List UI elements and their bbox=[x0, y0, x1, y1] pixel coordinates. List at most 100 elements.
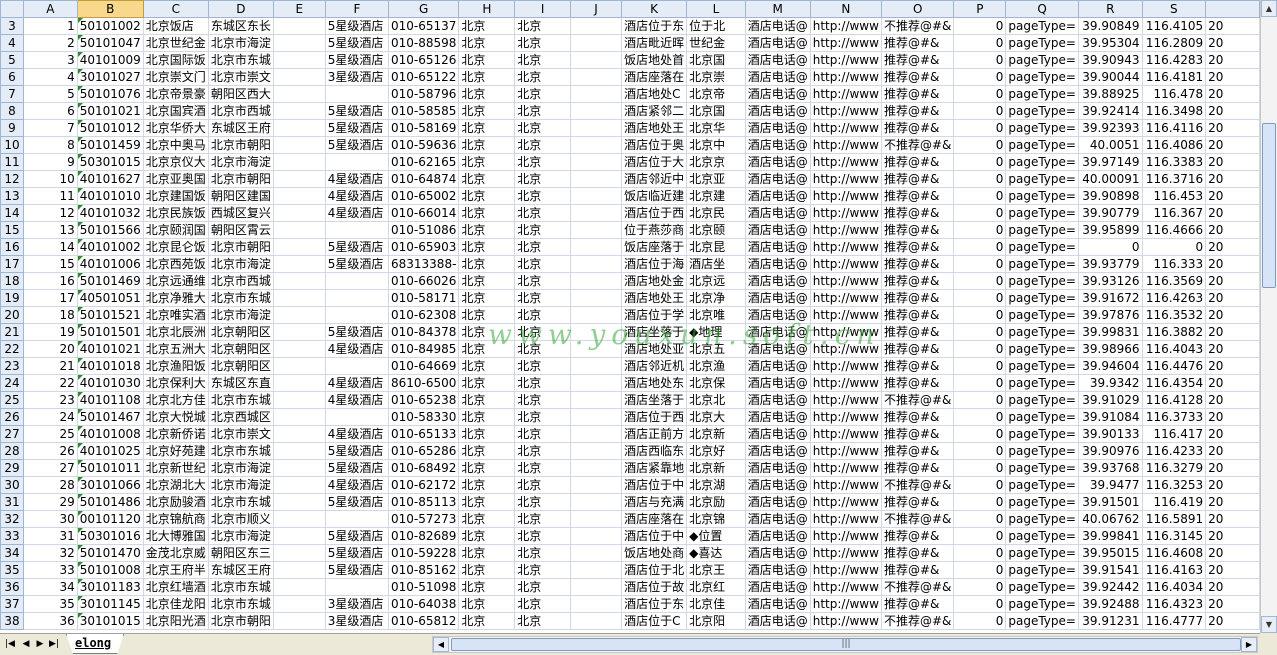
cell-r2[interactable]: 39.90044 bbox=[1077, 68, 1143, 86]
cell-a[interactable]: 10 bbox=[22, 170, 78, 188]
cell-d[interactable]: 北京市顺义 bbox=[207, 510, 274, 528]
sheet-tab-elong[interactable]: elong bbox=[66, 634, 125, 654]
column-header-j[interactable]: J bbox=[570, 0, 623, 18]
cell-e[interactable] bbox=[272, 272, 326, 290]
cell-n[interactable]: http://www bbox=[809, 68, 882, 86]
cell-b[interactable]: 30101015 bbox=[76, 612, 144, 630]
cell-f[interactable] bbox=[324, 510, 390, 528]
cell-g[interactable]: 010-84378 bbox=[387, 323, 460, 341]
cell-m[interactable]: 酒店电话@ bbox=[744, 17, 811, 35]
cell-p[interactable]: 0 bbox=[953, 459, 1007, 477]
cell-r2[interactable]: 39.92393 bbox=[1077, 119, 1143, 137]
cell-t[interactable]: 20 bbox=[1205, 85, 1260, 103]
cell-b[interactable]: 50101011 bbox=[76, 459, 144, 477]
cell-m[interactable]: 酒店电话@ bbox=[744, 561, 811, 579]
cell-j[interactable] bbox=[570, 408, 623, 426]
cell-c[interactable]: 北京亚奥国 bbox=[142, 170, 209, 188]
cell-k[interactable]: 位于燕莎商 bbox=[621, 221, 688, 239]
cell-t[interactable]: 20 bbox=[1205, 595, 1260, 613]
cell-b[interactable]: 50101012 bbox=[76, 119, 144, 137]
cell-p[interactable]: 0 bbox=[953, 136, 1007, 154]
cell-e[interactable] bbox=[272, 442, 326, 460]
cell-p[interactable]: 0 bbox=[953, 255, 1007, 273]
cell-i[interactable]: 北京 bbox=[514, 493, 572, 511]
cell-j[interactable] bbox=[570, 255, 623, 273]
cell-r2[interactable]: 39.90849 bbox=[1077, 17, 1143, 35]
cell-b[interactable]: 50101021 bbox=[76, 102, 144, 120]
column-header-p[interactable]: P bbox=[953, 0, 1007, 18]
cell-k[interactable]: 酒店位于C bbox=[621, 612, 688, 630]
cell-q[interactable]: pageType= bbox=[1005, 170, 1079, 188]
cell-c[interactable]: 北京锦航商 bbox=[142, 510, 209, 528]
cell-g[interactable]: 010-65903 bbox=[387, 238, 460, 256]
cell-j[interactable] bbox=[570, 544, 623, 562]
cell-i[interactable]: 北京 bbox=[514, 68, 572, 86]
cell-d[interactable]: 朝阳区东三 bbox=[207, 544, 274, 562]
cell-d[interactable]: 北京市海淀 bbox=[207, 34, 274, 52]
cell-b[interactable]: 50101008 bbox=[76, 561, 144, 579]
cell-k[interactable]: 酒店西临东 bbox=[621, 442, 688, 460]
cell-q[interactable]: pageType= bbox=[1005, 102, 1079, 120]
cell-i[interactable]: 北京 bbox=[514, 425, 572, 443]
cell-f[interactable]: 5星级酒店 bbox=[324, 119, 390, 137]
cell-i[interactable]: 北京 bbox=[514, 170, 572, 188]
cell-c[interactable]: 北京净雅大 bbox=[142, 289, 209, 307]
cell-r2[interactable]: 39.93779 bbox=[1077, 255, 1143, 273]
cell-m[interactable]: 酒店电话@ bbox=[744, 510, 811, 528]
cell-t[interactable]: 20 bbox=[1205, 391, 1260, 409]
cell-k[interactable]: 酒店邻近机 bbox=[621, 357, 688, 375]
cell-g[interactable]: 010-66014 bbox=[387, 204, 460, 222]
cell-s[interactable]: 116.3569 bbox=[1141, 272, 1207, 290]
cell-e[interactable] bbox=[272, 170, 326, 188]
column-header-d[interactable]: D bbox=[207, 0, 274, 18]
cell-f[interactable] bbox=[324, 153, 390, 171]
cell-f[interactable]: 5星级酒店 bbox=[324, 527, 390, 545]
cell-t[interactable]: 20 bbox=[1205, 306, 1260, 324]
cell-r2[interactable]: 39.91084 bbox=[1077, 408, 1143, 426]
cell-t[interactable]: 20 bbox=[1205, 153, 1260, 171]
cell-j[interactable] bbox=[570, 442, 623, 460]
cell-a[interactable]: 15 bbox=[22, 255, 78, 273]
row-header[interactable]: 16 bbox=[0, 238, 24, 256]
cell-s[interactable]: 116.4128 bbox=[1141, 391, 1207, 409]
row-header[interactable]: 31 bbox=[0, 493, 24, 511]
cell-i[interactable]: 北京 bbox=[514, 221, 572, 239]
row-header[interactable]: 38 bbox=[0, 612, 24, 630]
cell-j[interactable] bbox=[570, 119, 623, 137]
cell-a[interactable]: 27 bbox=[22, 459, 78, 477]
cell-k[interactable]: 酒店位于故 bbox=[621, 578, 688, 596]
cell-l[interactable]: 位于北 bbox=[686, 17, 746, 35]
row-header[interactable]: 29 bbox=[0, 459, 24, 477]
cell-p[interactable]: 0 bbox=[953, 323, 1007, 341]
cell-k[interactable]: 酒店正前方 bbox=[621, 425, 688, 443]
cell-c[interactable]: 北京佳龙阳 bbox=[142, 595, 209, 613]
cell-b[interactable]: 30101145 bbox=[76, 595, 144, 613]
row-header[interactable]: 14 bbox=[0, 204, 24, 222]
cell-b[interactable]: 40101032 bbox=[76, 204, 144, 222]
cell-a[interactable]: 25 bbox=[22, 425, 78, 443]
cell-t[interactable]: 20 bbox=[1205, 102, 1260, 120]
cell-d[interactable]: 北京市海淀 bbox=[207, 527, 274, 545]
cell-t[interactable]: 20 bbox=[1205, 255, 1260, 273]
cell-c[interactable]: 北京远通维 bbox=[142, 272, 209, 290]
cell-g[interactable]: 010-65137 bbox=[387, 17, 460, 35]
cell-i[interactable]: 北京 bbox=[514, 272, 572, 290]
cell-o[interactable]: 不推荐@#& bbox=[880, 391, 955, 409]
cell-s[interactable]: 116.3882 bbox=[1141, 323, 1207, 341]
cell-d[interactable]: 西城区复兴 bbox=[207, 204, 274, 222]
vertical-scrollbar[interactable]: ▲ ▼ bbox=[1260, 0, 1277, 633]
cell-p[interactable]: 0 bbox=[953, 391, 1007, 409]
cell-r2[interactable]: 39.92488 bbox=[1077, 595, 1143, 613]
cell-t[interactable]: 20 bbox=[1205, 459, 1260, 477]
cell-n[interactable]: http://www bbox=[809, 544, 882, 562]
cell-r2[interactable]: 39.97149 bbox=[1077, 153, 1143, 171]
cell-f[interactable]: 4星级酒店 bbox=[324, 340, 390, 358]
cell-a[interactable]: 24 bbox=[22, 408, 78, 426]
cell-p[interactable]: 0 bbox=[953, 561, 1007, 579]
cell-e[interactable] bbox=[272, 34, 326, 52]
column-header-o[interactable]: O bbox=[880, 0, 955, 18]
scroll-up-button[interactable]: ▲ bbox=[1261, 0, 1277, 17]
cell-b[interactable]: 40101006 bbox=[76, 255, 144, 273]
column-header-f[interactable]: F bbox=[324, 0, 390, 18]
cell-o[interactable]: 推荐@#& bbox=[880, 68, 955, 86]
